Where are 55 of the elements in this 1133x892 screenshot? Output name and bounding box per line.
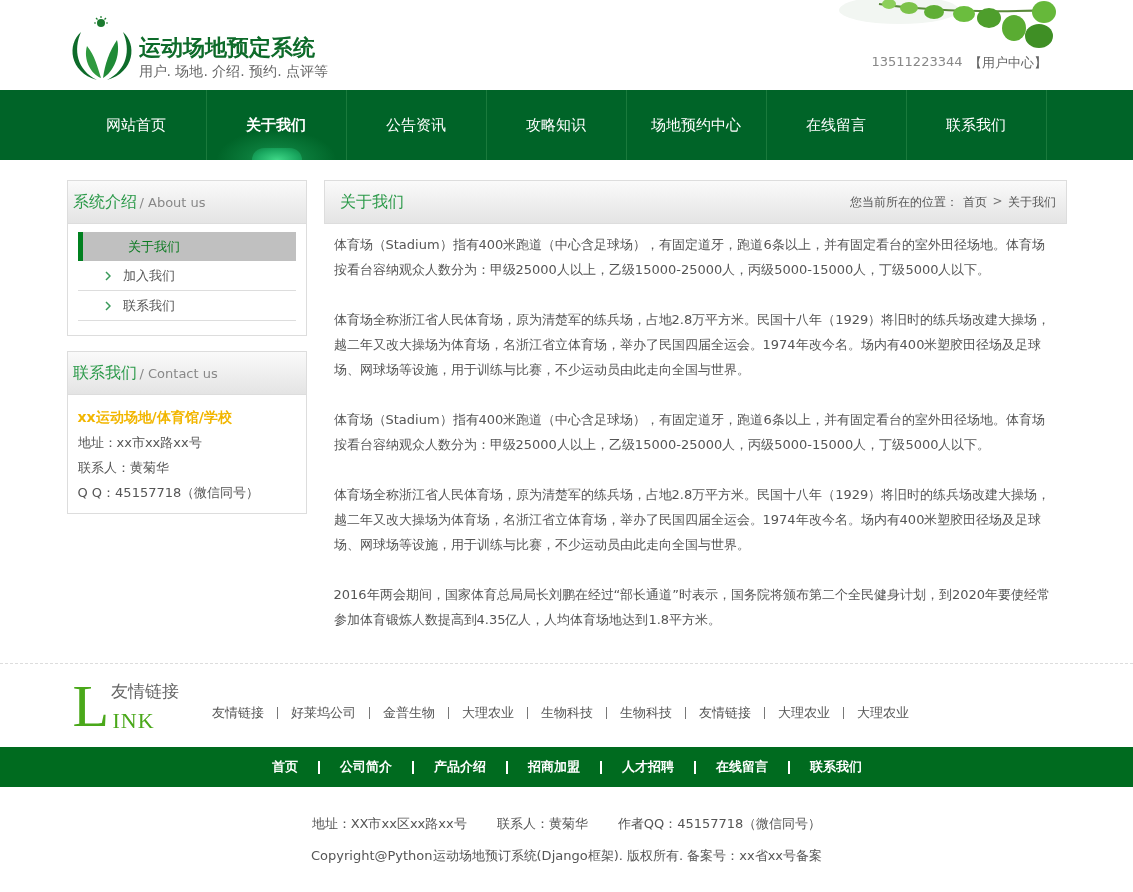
- footer-qq: 作者QQ：45157718（微信同号）: [617, 815, 822, 833]
- link-logo-title: 友情链接: [110, 679, 179, 703]
- footer-nav-link[interactable]: 首页: [271, 758, 298, 776]
- nav-link[interactable]: 公告资讯: [346, 90, 487, 160]
- site-subtitle: 用户. 场地. 介绍. 预约. 点评等: [138, 62, 329, 80]
- friend-link[interactable]: 好莱坞公司: [290, 703, 356, 722]
- breadcrumb-link[interactable]: 首页: [963, 193, 988, 211]
- footer-nav-link[interactable]: 在线留言: [715, 758, 768, 776]
- sidebar-menu-item[interactable]: 联系我们: [77, 291, 296, 321]
- content-title: 关于我们: [339, 191, 404, 213]
- nav-link[interactable]: 场地预约中心: [626, 90, 767, 160]
- panel-title: 联系我们: [72, 362, 137, 384]
- footer-address: 地址：XX市xx区xx路xx号: [311, 815, 467, 833]
- sidebar-menu-item[interactable]: 加入我们: [77, 261, 296, 291]
- breadcrumb-label: 您当前所在的位置：: [850, 193, 959, 211]
- nav-link[interactable]: 联系我们: [906, 90, 1047, 160]
- article-paragraph: 2016年两会期间，国家体育总局局长刘鹏在经过“部长通道”时表示，国务院将颁布第二个全民健身计划，到2020年要使经常参加体育锻炼人数提高到4.35亿人，人均体育场地达到1.8平方米。: [333, 586, 1052, 629]
- copyright-text: Copyright@Python运动场地预订系统(Django框架). 版权所有. 备案号：xx省xx号备案: [309, 847, 824, 865]
- article-paragraph: 体育场（Stadium）指有400米跑道（中心含足球场），有固定道牙，跑道6条以上，并有固定看台的室外田径场地。体育场按看台容纳观众人数分为：甲级25000人以上，乙级15000-25000人，丙级5000-15000人，丁级5000人以下。: [333, 236, 1046, 279]
- friend-link[interactable]: 生物科技: [540, 703, 593, 722]
- article-paragraph: 体育场全称浙江省人民体育场，原为清楚军的练兵场，占地2.8万平方米。民国十八年（1929）将旧时的练兵场改建大操场，越二年又改大操场为体育场，名浙江省立体育场，举办了民国四届全运会。1974年改今名。场内有400米塑胶田径场及足球场、网球场等设施，用于训练与比赛，不少运动员由此走向全国与世界。: [333, 311, 1052, 379]
- panel-title: 系统介绍: [72, 191, 137, 213]
- link-logo-word: INK: [112, 707, 155, 734]
- footer-nav-link[interactable]: 公司简介: [339, 758, 392, 776]
- footer-nav-link[interactable]: 人才招聘: [621, 758, 674, 776]
- user-center-link[interactable]: 【用户中心】: [968, 54, 1047, 72]
- panel-subtitle: / Contact us: [139, 365, 218, 381]
- footer-nav-link[interactable]: 联系我们: [809, 758, 862, 776]
- phone-number: 13511223344: [871, 54, 963, 71]
- nav-link[interactable]: 在线留言: [766, 90, 907, 160]
- footer-contact: 联系人：黄菊华: [496, 815, 588, 833]
- site-title: 运动场地预定系统: [138, 34, 316, 62]
- contact-line: 地址：xx市xx路xx号: [77, 434, 203, 452]
- contact-line: Q Q：45157718（微信同号）: [77, 484, 261, 502]
- friend-link[interactable]: 生物科技: [619, 703, 672, 722]
- friend-link[interactable]: 友情链接: [698, 703, 751, 722]
- article-paragraph: 体育场全称浙江省人民体育场，原为清楚军的练兵场，占地2.8万平方米。民国十八年（1929）将旧时的练兵场改建大操场，越二年又改大操场为体育场，名浙江省立体育场，举办了民国四届全运会。1974年改今名。场内有400米塑胶田径场及足球场、网球场等设施，用于训练与比赛，不少运动员由此走向全国与世界。: [333, 486, 1052, 554]
- panel-subtitle: / About us: [139, 194, 206, 210]
- nav-link[interactable]: 攻略知识: [486, 90, 627, 160]
- friend-link[interactable]: 大理农业: [777, 703, 830, 722]
- friend-link[interactable]: 大理农业: [461, 703, 514, 722]
- footer-nav-link[interactable]: 产品介绍: [433, 758, 486, 776]
- friend-link[interactable]: 金普生物: [382, 703, 435, 722]
- company-name: xx运动场地/体育馆/学校: [77, 408, 233, 427]
- friend-link[interactable]: 友情链接: [211, 703, 264, 722]
- friend-link[interactable]: 大理农业: [856, 703, 909, 722]
- chevron-icon: [104, 300, 111, 311]
- footer-nav-link[interactable]: 招商加盟: [527, 758, 580, 776]
- nav-link[interactable]: 网站首页: [66, 90, 207, 160]
- link-logo-letter: L: [72, 677, 110, 734]
- contact-line: 联系人：黄菊华: [77, 459, 170, 477]
- breadcrumb-separator: >: [992, 193, 1003, 210]
- chevron-icon: [104, 270, 111, 281]
- breadcrumb-current: 关于我们: [1007, 193, 1056, 211]
- article-paragraph: 体育场（Stadium）指有400米跑道（中心含足球场），有固定道牙，跑道6条以上，并有固定看台的室外田径场地。体育场按看台容纳观众人数分为：甲级25000人以上，乙级15000-25000人，丙级5000-15000人，丁级5000人以下。: [333, 411, 1046, 454]
